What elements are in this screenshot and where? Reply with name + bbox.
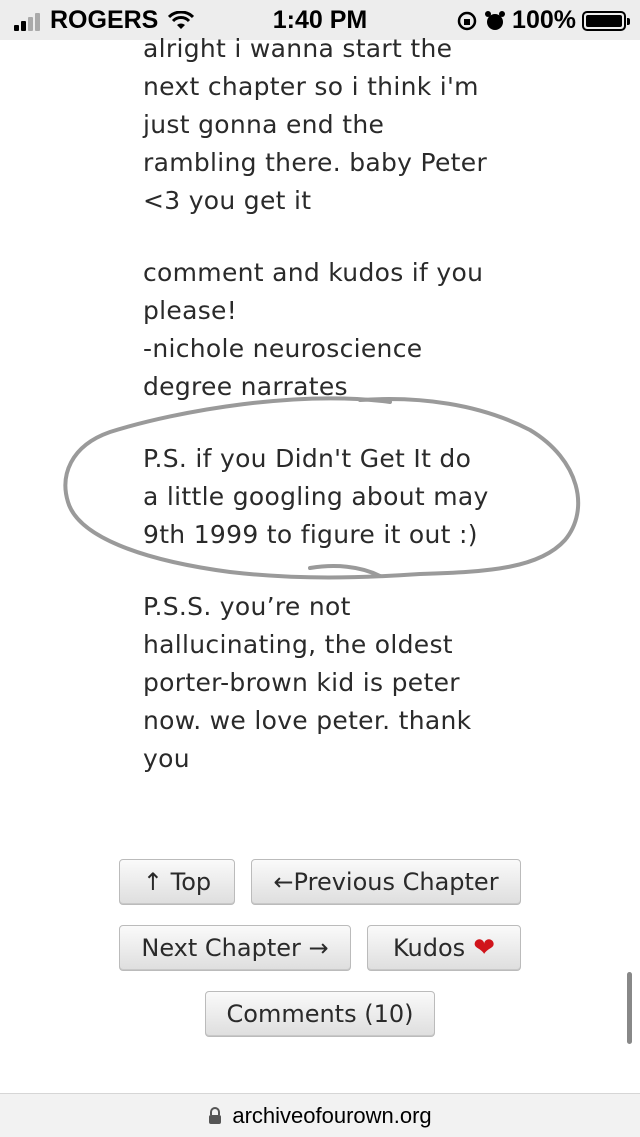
- url-domain: archiveofourown.org: [232, 1102, 432, 1128]
- next-chapter-button[interactable]: Next Chapter →: [119, 925, 351, 971]
- text-line: hallucinating, the oldest: [143, 630, 453, 659]
- kudos-label: Kudos: [393, 934, 466, 962]
- text-line: P.S. if you Didn't Get It do: [143, 444, 472, 473]
- scrollbar-thumb[interactable]: [627, 972, 632, 1044]
- text-line: you: [143, 744, 190, 773]
- chapter-end-notes: alright i wanna start the next chapter s…: [143, 30, 523, 812]
- kudos-button[interactable]: Kudos ❤: [367, 925, 521, 971]
- top-button[interactable]: ↑ Top: [119, 859, 235, 905]
- comments-button[interactable]: Comments (10): [205, 991, 435, 1037]
- text-line: please!: [143, 296, 238, 325]
- nav-row-1: ↑ Top ←Previous Chapter: [0, 859, 640, 905]
- url-bar[interactable]: archiveofourown.org: [0, 1093, 640, 1137]
- nav-row-2: Next Chapter → Kudos ❤: [0, 925, 640, 971]
- text-line: degree narrates: [143, 372, 348, 401]
- heart-icon: ❤: [473, 933, 495, 963]
- paragraph-closing: alright i wanna start the next chapter s…: [143, 30, 523, 220]
- text-line: -nichole neuroscience: [143, 334, 423, 363]
- text-line: a little googling about may: [143, 482, 489, 511]
- text-line: now. we love peter. thank: [143, 706, 472, 735]
- nav-row-3: Comments (10): [0, 991, 640, 1037]
- text-line: 9th 1999 to figure it out :): [143, 520, 478, 549]
- previous-chapter-button[interactable]: ←Previous Chapter: [251, 859, 521, 905]
- text-line: next chapter so i think i'm: [143, 72, 479, 101]
- text-line: <3 you get it: [143, 186, 312, 215]
- orientation-lock-icon: [457, 11, 477, 30]
- text-line: porter-brown kid is peter: [143, 668, 460, 697]
- text-line: P.S.S. you’re not: [143, 592, 351, 621]
- lock-icon: [209, 1106, 222, 1124]
- text-line: just gonna end the: [143, 110, 385, 139]
- alarm-icon: [485, 10, 506, 30]
- battery-icon: [582, 10, 630, 31]
- text-line: alright i wanna start the: [143, 34, 453, 63]
- text-line: comment and kudos if you: [143, 258, 484, 287]
- paragraph-signoff: comment and kudos if you please! -nichol…: [143, 254, 523, 406]
- paragraph-pss: P.S.S. you’re not hallucinating, the old…: [143, 588, 523, 778]
- text-line: rambling there. baby Peter: [143, 148, 488, 177]
- paragraph-ps: P.S. if you Didn't Get It do a little go…: [143, 440, 523, 554]
